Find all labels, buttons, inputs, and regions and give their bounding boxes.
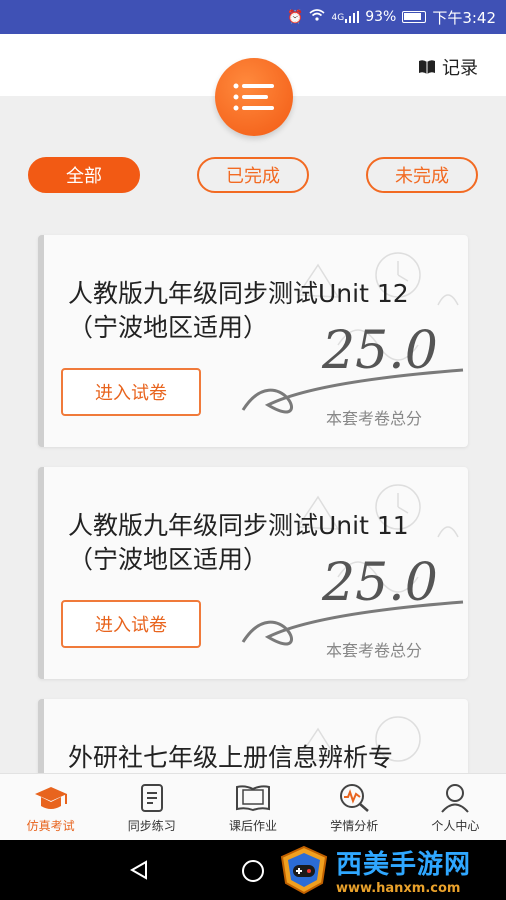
total-score-label: 本套考卷总分 — [326, 641, 423, 660]
home-icon[interactable] — [241, 859, 265, 883]
graduation-cap-icon — [34, 787, 67, 809]
filter-all[interactable]: 全部 — [28, 157, 140, 193]
menu-button[interactable] — [215, 58, 293, 136]
filter-completed[interactable]: 已完成 — [197, 157, 309, 193]
nav-simulated-exam[interactable]: 仿真考试 — [0, 774, 101, 840]
nav-label: 同步练习 — [127, 819, 176, 833]
person-icon — [441, 784, 470, 813]
enter-exam-button[interactable]: 进入试卷 — [61, 368, 201, 416]
battery-icon — [402, 11, 427, 23]
list-icon — [233, 83, 274, 111]
watermark-url: www.hanxm.com — [336, 881, 461, 896]
nav-personal-center[interactable]: 个人中心 — [405, 774, 506, 840]
system-nav-bar: 西美手游网 www.hanxm.com — [0, 840, 506, 900]
wifi-icon — [309, 9, 326, 25]
watermark-logo-icon — [280, 845, 328, 895]
clock: 下午3:42 — [432, 8, 496, 27]
book-icon — [419, 60, 435, 74]
filter-incomplete[interactable]: 未完成 — [366, 157, 478, 193]
back-icon[interactable] — [128, 859, 150, 881]
record-label: 记录 — [442, 58, 478, 79]
enter-exam-button[interactable]: 进入试卷 — [61, 600, 201, 648]
alarm-icon: ⏰ — [287, 9, 304, 25]
total-score-label: 本套考卷总分 — [326, 409, 423, 428]
nav-sync-practice[interactable]: 同步练习 — [101, 774, 202, 840]
network-type: 4G — [331, 13, 345, 23]
nav-homework[interactable]: 课后作业 — [202, 774, 303, 840]
open-book-icon — [236, 785, 270, 812]
nav-label: 课后作业 — [229, 819, 278, 833]
total-score: 25.0 — [322, 553, 438, 613]
exam-title: 外研社七年级上册信息辨析专 — [68, 743, 394, 772]
total-score: 25.0 — [322, 321, 438, 381]
battery-percent: 93% — [365, 9, 397, 25]
exam-card[interactable]: 人教版九年级同步测试Unit 11（宁波地区适用） 进入试卷 25.0 本套考卷… — [38, 467, 468, 679]
nav-label: 仿真考试 — [26, 819, 75, 833]
watermark: 西美手游网 www.hanxm.com — [278, 844, 498, 896]
nav-label: 个人中心 — [431, 819, 480, 833]
filter-bar: 全部 已完成 未完成 — [0, 157, 506, 193]
record-button[interactable]: 记录 — [418, 54, 478, 80]
watermark-title: 西美手游网 — [336, 850, 472, 880]
bottom-nav: 仿真考试 同步练习 课后作业 学情分析 个人中心 — [0, 773, 506, 840]
nav-learning-analysis[interactable]: 学情分析 — [304, 774, 405, 840]
exam-card[interactable]: 人教版九年级同步测试Unit 12（宁波地区适用） 进入试卷 25.0 本套考卷… — [38, 235, 468, 447]
status-bar: ⏰ 4G 93% 下午3:42 — [0, 0, 506, 34]
analysis-icon — [340, 784, 370, 812]
signal-icon: 4G — [331, 11, 360, 23]
document-icon — [140, 784, 163, 812]
nav-label: 学情分析 — [330, 819, 379, 833]
